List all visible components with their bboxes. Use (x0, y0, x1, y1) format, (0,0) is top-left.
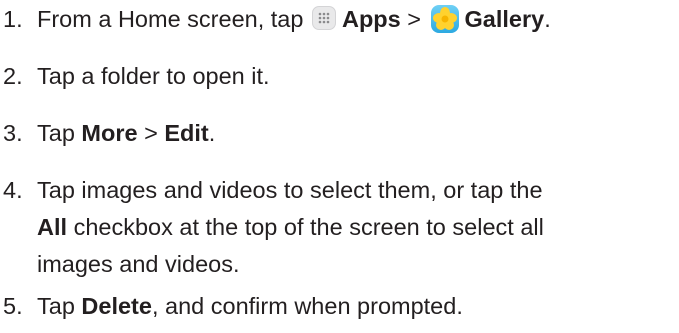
more-label: More (81, 120, 138, 146)
step-4-line-1: Tap images and videos to select them, or… (37, 177, 543, 203)
step-number: 1. (3, 6, 23, 32)
step-5-text-rest: , and confirm when prompted. (151, 293, 463, 319)
step-5-text: Tap (37, 293, 75, 319)
instruction-steps: 1. From a Home screen, tap Apps > Galler… (0, 0, 679, 333)
delete-label: Delete (81, 293, 152, 319)
period: . (544, 6, 551, 32)
separator: > (407, 6, 421, 32)
step-4-line-3: images and videos. (37, 251, 240, 277)
gallery-flower-icon (430, 4, 460, 34)
separator: > (144, 120, 158, 146)
step-4-line-2: All checkbox at the top of the screen to… (37, 209, 544, 246)
step-3-text: Tap (37, 120, 75, 146)
step-text: Tap a folder to open it. (37, 63, 270, 89)
period: . (208, 120, 216, 146)
step-text: Tap images and videos to select them, or… (37, 172, 544, 283)
step-number: 5. (3, 293, 23, 319)
step-4-line-2-text: checkbox at the top of the screen to sel… (73, 214, 544, 240)
step-number: 4. (3, 177, 23, 203)
step-1-text: From a Home screen, tap (37, 6, 304, 32)
apps-label: Apps (341, 6, 401, 32)
apps-grid-icon (311, 6, 336, 30)
step-number: 3. (3, 120, 23, 146)
step-number: 2. (3, 63, 23, 89)
edit-label: Edit (164, 120, 209, 146)
gallery-label: Gallery (464, 6, 545, 32)
step-text: From a Home screen, tap Apps > Gallery. (37, 1, 551, 38)
all-label: All (37, 214, 68, 240)
step-text: Tap Delete, and confirm when prompted. (37, 288, 463, 325)
step-text: Tap More > Edit. (37, 115, 215, 152)
